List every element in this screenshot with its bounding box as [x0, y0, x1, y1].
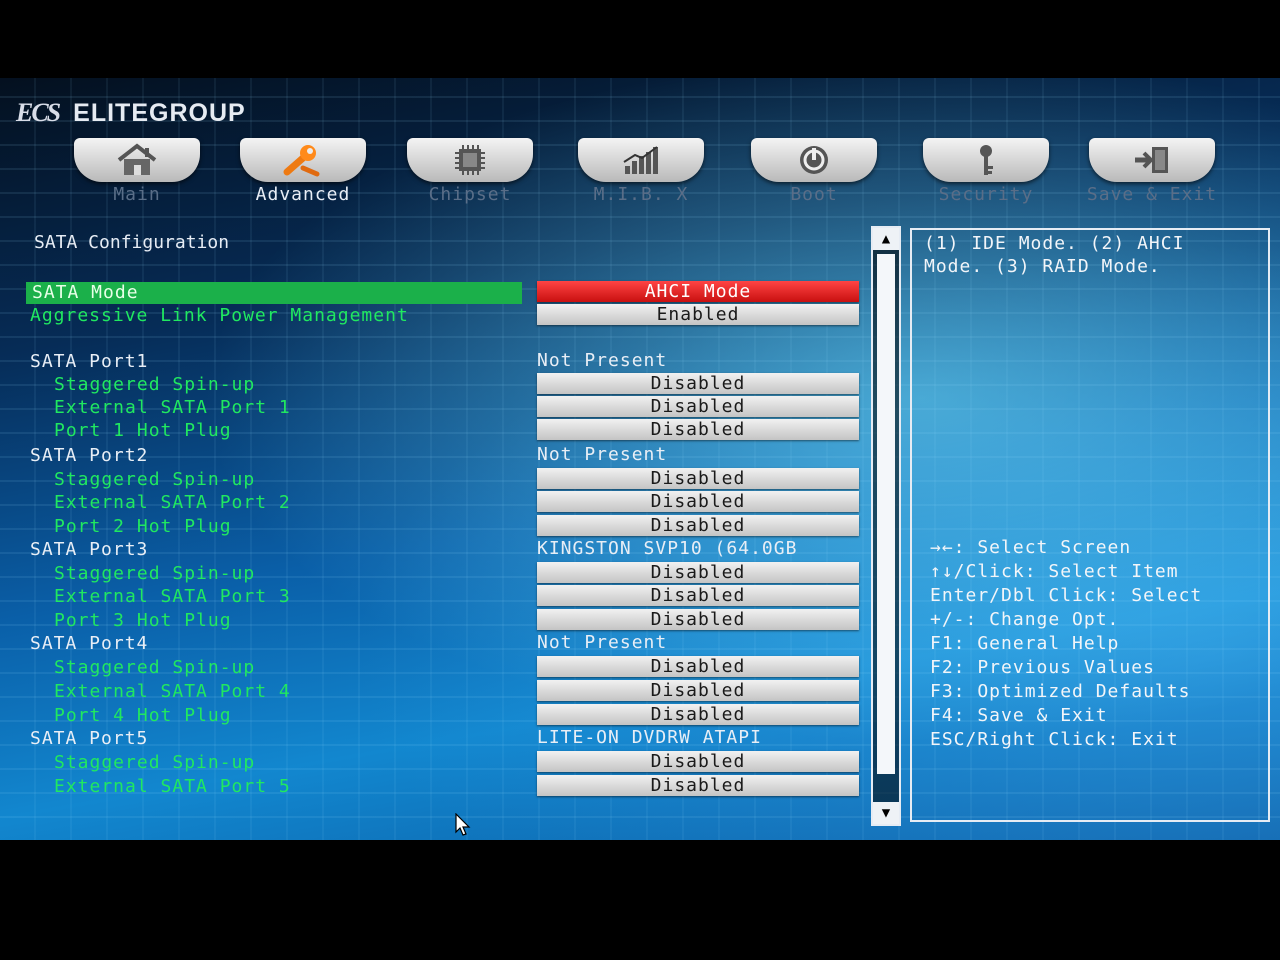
section-title: SATA Configuration [34, 232, 230, 253]
bar-chart-icon [623, 146, 658, 174]
setting-value-button[interactable]: Disabled [537, 373, 859, 394]
tab-label: M.I.B. X [593, 184, 689, 205]
key-legend: →←: Select Screen ↑↓/Click: Select Item En… [930, 536, 1202, 752]
setting-label[interactable]: SATA Port3 [30, 539, 148, 560]
tab-label: Main [113, 184, 161, 205]
setting-label[interactable]: SATA Port2 [30, 445, 148, 466]
setting-label[interactable]: External SATA Port 3 [54, 586, 291, 607]
setting-value-button[interactable]: Disabled [537, 704, 859, 725]
tab-bar: Main Advanced Chipset M.I.B. X Boot Security S… [0, 134, 1280, 214]
setting-value-button[interactable]: Disabled [537, 491, 859, 512]
key-hint: Enter/Dbl Click: Select [930, 585, 1203, 606]
tab-m-i-b-x[interactable]: M.I.B. X [566, 134, 716, 214]
setting-value-button[interactable]: Disabled [537, 680, 859, 701]
house-icon [117, 143, 157, 175]
setting-value-button[interactable]: Disabled [537, 515, 859, 536]
key-hint: →←: Select Screen [930, 537, 1132, 558]
key-hint: +/-: Change Opt. [930, 609, 1120, 630]
setting-label[interactable]: External SATA Port 4 [54, 681, 291, 702]
setting-value-button[interactable]: Disabled [537, 585, 859, 606]
setting-value-button[interactable]: AHCI Mode [537, 281, 859, 302]
setting-label[interactable]: External SATA Port 1 [54, 397, 291, 418]
setting-label[interactable]: External SATA Port 2 [54, 492, 291, 513]
setting-label[interactable]: Port 2 Hot Plug [54, 516, 232, 537]
key-hint: F1: General Help [930, 633, 1120, 654]
tab-label: Save & Exit [1086, 184, 1218, 205]
setting-label[interactable]: Staggered Spin-up [54, 657, 255, 678]
setting-label[interactable]: SATA Port1 [30, 351, 148, 372]
key-hint: F2: Previous Values [930, 657, 1155, 678]
tab-save-exit[interactable]: Save & Exit [1077, 134, 1227, 214]
scroll-down-icon[interactable]: ▼ [873, 802, 899, 824]
key-hint: F3: Optimized Defaults [930, 681, 1191, 702]
port-device-status: Not Present [537, 632, 668, 653]
setting-label[interactable]: Staggered Spin-up [54, 469, 255, 490]
setting-label[interactable]: SATA Mode [26, 282, 522, 304]
tab-label: Boot [790, 184, 838, 205]
scroll-up-icon[interactable]: ▲ [873, 228, 899, 250]
ecs-logo: ECS [16, 98, 61, 127]
setting-label[interactable]: External SATA Port 5 [54, 776, 291, 797]
bios-window: ECS ELITEGROUP Main Advanced Chipset M.I.B.… [0, 78, 1280, 840]
setting-label[interactable]: Port 4 Hot Plug [54, 705, 232, 726]
setting-value-button[interactable]: Disabled [537, 396, 859, 417]
port-device-status: LITE-ON DVDRW ATAPI [537, 727, 762, 748]
setting-label[interactable]: SATA Port5 [30, 728, 148, 749]
port-device-status: Not Present [537, 444, 668, 465]
setting-value-button[interactable]: Enabled [537, 304, 859, 325]
tab-label: Advanced [255, 184, 351, 205]
setting-label[interactable]: SATA Port4 [30, 633, 148, 654]
setting-value-button[interactable]: Disabled [537, 609, 859, 630]
setting-value-button[interactable]: Disabled [537, 562, 859, 583]
port-device-status: Not Present [537, 350, 668, 371]
key-hint: ESC/Right Click: Exit [930, 729, 1179, 750]
tab-advanced[interactable]: Advanced [228, 134, 378, 214]
scroll-thumb[interactable] [877, 254, 895, 774]
setting-value-button[interactable]: Disabled [537, 775, 859, 796]
tab-label: Chipset [428, 184, 512, 205]
exit-door-icon [1135, 147, 1168, 173]
tab-label: Security [938, 184, 1034, 205]
setting-value-button[interactable]: Disabled [537, 751, 859, 772]
port-device-status: KINGSTON SVP10 (64.0GB [537, 538, 798, 559]
chip-icon [455, 145, 485, 175]
tab-boot[interactable]: Boot [739, 134, 889, 214]
key-hint: F4: Save & Exit [930, 705, 1108, 726]
tab-main[interactable]: Main [62, 134, 212, 214]
brand-name: ELITEGROUP [73, 98, 246, 127]
tab-security[interactable]: Security [911, 134, 1061, 214]
help-text: (1) IDE Mode. (2) AHCI Mode. (3) RAID Mo… [924, 233, 1197, 277]
key-icon [980, 145, 993, 175]
setting-label[interactable]: Staggered Spin-up [54, 752, 255, 773]
power-icon [800, 146, 828, 174]
setting-label[interactable]: Port 3 Hot Plug [54, 610, 232, 631]
setting-label[interactable]: Staggered Spin-up [54, 374, 255, 395]
wrench-icon [283, 145, 320, 177]
setting-value-button[interactable]: Disabled [537, 656, 859, 677]
help-panel: (1) IDE Mode. (2) AHCI Mode. (3) RAID Mo… [910, 228, 1270, 822]
scrollbar[interactable]: ▲ ▼ [871, 226, 901, 826]
tab-chipset[interactable]: Chipset [395, 134, 545, 214]
setting-label[interactable]: Port 1 Hot Plug [54, 420, 232, 441]
setting-value-button[interactable]: Disabled [537, 419, 859, 440]
mouse-cursor-icon [455, 813, 471, 836]
brand: ECS ELITEGROUP [16, 98, 246, 128]
bios-screen: ECS ELITEGROUP Main Advanced Chipset M.I.B.… [0, 0, 1280, 960]
setting-label[interactable]: Staggered Spin-up [54, 563, 255, 584]
setting-label[interactable]: Aggressive Link Power Management [30, 305, 409, 326]
key-hint: ↑↓/Click: Select Item [930, 561, 1179, 582]
setting-value-button[interactable]: Disabled [537, 468, 859, 489]
